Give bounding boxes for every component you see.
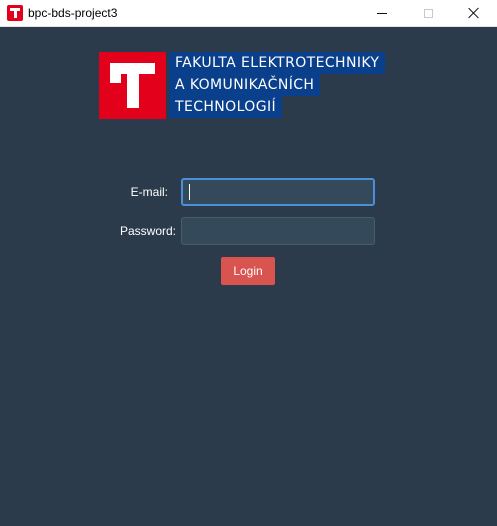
password-label: Password: — [119, 224, 176, 238]
login-button[interactable]: Login — [221, 257, 275, 285]
email-field[interactable] — [181, 178, 375, 206]
maximize-button[interactable] — [405, 0, 451, 26]
faculty-name-line-2: A KOMUNIKAČNÍCH — [169, 74, 321, 96]
faculty-name-line-3: TECHNOLOGIÍ — [169, 96, 283, 118]
window-title: bpc-bds-project3 — [28, 6, 118, 20]
close-button[interactable] — [451, 0, 497, 26]
password-field[interactable] — [181, 217, 375, 245]
window-titlebar[interactable]: bpc-bds-project3 — [0, 0, 497, 27]
close-icon — [468, 7, 480, 19]
minimize-button[interactable] — [359, 0, 405, 26]
app-logo-icon — [7, 5, 23, 21]
faculty-logo-icon — [99, 52, 166, 119]
login-panel: FAKULTA ELEKTROTECHNIKY A KOMUNIKAČNÍCH … — [0, 27, 497, 526]
faculty-name-line-1: FAKULTA ELEKTROTECHNIKY — [169, 52, 386, 74]
email-label: E-mail: — [130, 185, 168, 199]
minimize-icon — [377, 12, 387, 14]
maximize-icon — [423, 8, 433, 18]
text-cursor — [189, 184, 190, 200]
